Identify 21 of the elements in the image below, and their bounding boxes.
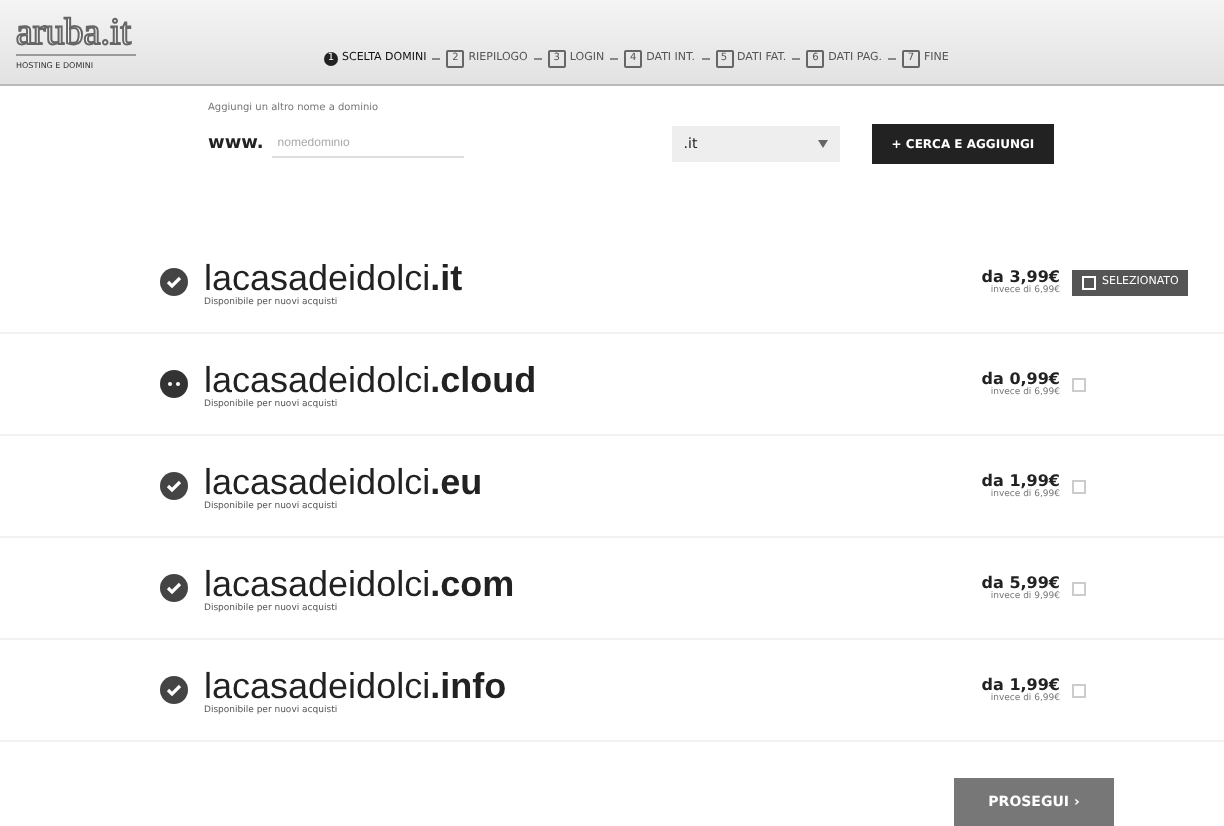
domain-name: lacasadeidolci.eu xyxy=(204,461,485,501)
dots-circle-icon xyxy=(160,370,188,398)
check-circle-icon xyxy=(160,268,188,296)
www-prefix: www. xyxy=(208,132,264,156)
domain-price: da 1,99€ xyxy=(981,472,1060,490)
domain-price: da 3,99€ xyxy=(981,268,1060,286)
check-circle-icon xyxy=(160,574,188,602)
select-checkbox[interactable] xyxy=(1072,581,1086,595)
domain-name: lacasadeidolci.com xyxy=(204,563,517,603)
select-checkbox[interactable] xyxy=(1072,683,1086,697)
check-circle-icon xyxy=(160,472,188,500)
domain-name: lacasadeidolci.cloud xyxy=(204,359,539,399)
domain-price: da 5,99€ xyxy=(981,574,1060,592)
check-circle-icon xyxy=(160,676,188,704)
domain-price: da 0,99€ xyxy=(981,370,1060,388)
select-checkbox[interactable] xyxy=(1072,479,1086,493)
domain-name: lacasadeidolci.info xyxy=(204,665,509,705)
domain-price: da 1,99€ xyxy=(981,676,1060,694)
domain-name: lacasadeidolci.it xyxy=(204,257,465,297)
caret-icon xyxy=(817,140,828,148)
select-checkbox[interactable] xyxy=(1072,377,1086,391)
